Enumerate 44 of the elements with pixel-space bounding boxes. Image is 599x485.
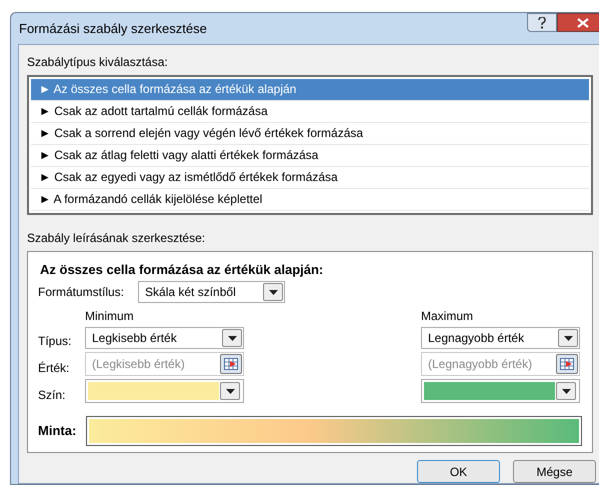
rule-type-item[interactable]: ► Az összes cella formázása az értékük alapján xyxy=(31,78,589,100)
dropdown-arrow-button[interactable] xyxy=(222,329,242,347)
caret-icon xyxy=(226,388,234,394)
caret-icon xyxy=(564,336,572,340)
caret-icon xyxy=(562,388,570,394)
field-label: Típus: xyxy=(38,332,72,350)
color-dropdown[interactable] xyxy=(421,379,580,403)
caret-icon xyxy=(228,336,236,340)
help-icon xyxy=(538,16,546,28)
cancel-button[interactable]: Mégse xyxy=(513,460,596,483)
dropdown-arrow-button[interactable] xyxy=(558,329,578,347)
range-picker-button[interactable] xyxy=(220,354,242,374)
section-label: Szabály leírásának szerkesztése: xyxy=(27,230,206,246)
dropdown-field[interactable]: Legkisebb érték xyxy=(85,327,244,349)
rule-type-item[interactable]: ► Csak az egyedi vagy az ismétlődő értékek formázása xyxy=(31,166,589,188)
range-picker-button[interactable] xyxy=(556,354,578,374)
sample-label: Minta: xyxy=(38,422,78,440)
close-button[interactable] xyxy=(557,13,599,32)
dropdown-arrow-button[interactable] xyxy=(556,382,576,400)
value-field[interactable]: (Legkisebb érték) xyxy=(85,352,244,376)
dropdown-arrow-button[interactable] xyxy=(263,283,284,301)
dropdown-field[interactable]: Skála két színből xyxy=(138,281,286,303)
column-label: Minimum xyxy=(85,308,135,324)
color-dropdown[interactable] xyxy=(85,379,244,403)
caret-icon xyxy=(268,290,278,294)
rule-type-item[interactable]: ► Csak az adott tartalmú cellák formázása xyxy=(31,100,589,122)
rule-heading: Az összes cella formázása az értékük alapján: xyxy=(39,260,324,279)
close-icon xyxy=(577,18,589,28)
rule-type-item[interactable]: ► A formázandó cellák kijelölése képlettel xyxy=(31,188,589,210)
field-label: Szín: xyxy=(38,386,66,404)
section-label: Szabálytípus kiválasztása: xyxy=(27,54,169,70)
table-select-icon xyxy=(560,358,574,370)
rule-type-item[interactable]: ► Csak az átlag feletti vagy alatti értékek formázása xyxy=(31,144,589,166)
column-label: Maximum xyxy=(421,308,474,324)
table-select-icon xyxy=(224,358,238,370)
field-label: Formátumstílus: xyxy=(38,284,124,301)
window-title: Formázási szabály szerkesztése xyxy=(19,20,207,38)
rule-type-item[interactable]: ► Csak a sorrend elején vagy végén lévő értékek formázása xyxy=(31,122,589,144)
dropdown-field[interactable]: Legnagyobb érték xyxy=(421,327,580,349)
ok-button[interactable]: OK xyxy=(417,460,500,483)
dropdown-arrow-button[interactable] xyxy=(220,382,240,400)
help-button[interactable] xyxy=(527,13,557,32)
field-label: Érték: xyxy=(38,360,70,376)
value-field[interactable]: (Legnagyobb érték) xyxy=(421,352,580,376)
